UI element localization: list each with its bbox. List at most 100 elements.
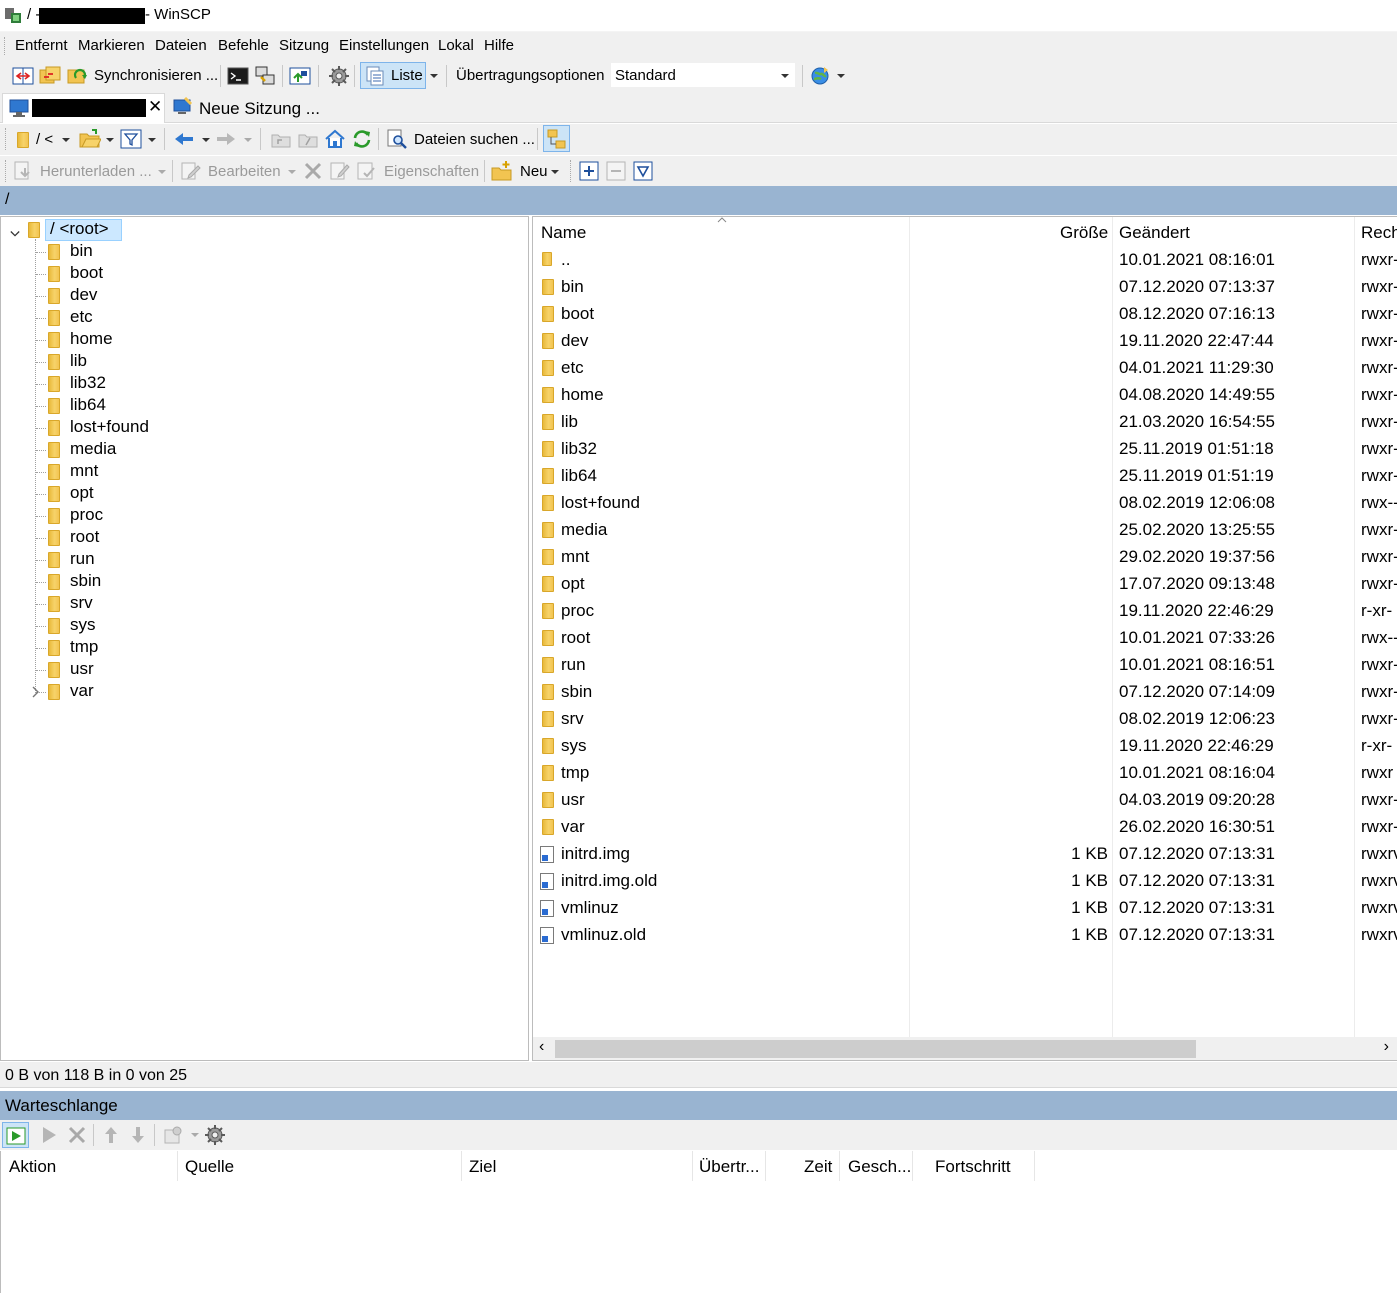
invert-selection-icon[interactable]: [632, 160, 654, 182]
file-row[interactable]: srv 08.02.2019 12:06:23 rwxr-: [533, 706, 1397, 733]
view-mode-button[interactable]: Liste: [360, 62, 426, 89]
tree-item[interactable]: lib: [1, 351, 528, 373]
tree-item[interactable]: run: [1, 549, 528, 571]
file-row[interactable]: root 10.01.2021 07:33:26 rwx--: [533, 625, 1397, 652]
file-row[interactable]: initrd.img.old 1 KB 07.12.2020 07:13:31 rwx…: [533, 868, 1397, 895]
file-row[interactable]: vmlinuz.old 1 KB 07.12.2020 07:13:31 rwxrv: [533, 922, 1397, 949]
file-row[interactable]: sbin 07.12.2020 07:14:09 rwxr-: [533, 679, 1397, 706]
queue-column-source[interactable]: Quelle: [185, 1157, 234, 1177]
edit-button[interactable]: Bearbeiten: [208, 163, 281, 180]
file-row[interactable]: sys 19.11.2020 22:46:29 r-xr-: [533, 733, 1397, 760]
edit-icon[interactable]: [180, 160, 202, 182]
queue-column-action[interactable]: Aktion: [9, 1157, 56, 1177]
synchronize-icon[interactable]: [67, 65, 89, 87]
tab-new-session[interactable]: Neue Sitzung ...: [167, 93, 327, 123]
cancel-icon[interactable]: [66, 1124, 88, 1146]
column-header-rights[interactable]: Rech: [1361, 223, 1397, 243]
menu-hilfe[interactable]: Hilfe: [484, 37, 514, 54]
toolbar-grip[interactable]: [5, 128, 6, 150]
forward-arrow-icon[interactable]: [215, 128, 237, 150]
file-row[interactable]: dev 19.11.2020 22:47:44 rwxr-: [533, 328, 1397, 355]
tree-item[interactable]: lost+found: [1, 417, 528, 439]
queue-column-speed[interactable]: Gesch...: [848, 1157, 911, 1177]
tree-item[interactable]: root: [1, 527, 528, 549]
queue-column-progress[interactable]: Fortschritt: [935, 1157, 1011, 1177]
back-arrow-icon[interactable]: [173, 128, 195, 150]
tree-item[interactable]: sbin: [1, 571, 528, 593]
file-row[interactable]: run 10.01.2021 08:16:51 rwxr-: [533, 652, 1397, 679]
winscp-app-icon[interactable]: [4, 6, 22, 24]
scrollbar-thumb[interactable]: [555, 1040, 1196, 1058]
file-row[interactable]: bin 07.12.2020 07:13:37 rwxr-: [533, 274, 1397, 301]
file-row[interactable]: lib64 25.11.2019 01:51:19 rwxr-: [533, 463, 1397, 490]
file-row[interactable]: etc 04.01.2021 11:29:30 rwxr-: [533, 355, 1397, 382]
menu-befehle[interactable]: Befehle: [218, 37, 269, 54]
tree-item[interactable]: lib32: [1, 373, 528, 395]
move-up-icon[interactable]: [100, 1124, 122, 1146]
tree-item[interactable]: usr: [1, 659, 528, 681]
chevron-right-icon[interactable]: [29, 686, 41, 698]
file-row[interactable]: home 04.08.2020 14:49:55 rwxr-: [533, 382, 1397, 409]
file-row[interactable]: var 26.02.2020 16:30:51 rwxr-: [533, 814, 1397, 841]
path-combo[interactable]: / <: [36, 131, 53, 148]
menu-entfernt[interactable]: Entfernt: [15, 37, 68, 54]
file-row[interactable]: opt 17.07.2020 09:13:48 rwxr-: [533, 571, 1397, 598]
queue-transfer-icon[interactable]: [289, 65, 311, 87]
file-row[interactable]: vmlinuz 1 KB 07.12.2020 07:13:31 rwxrv: [533, 895, 1397, 922]
toolbar-grip[interactable]: [5, 160, 6, 182]
path-dropdown-arrow[interactable]: [62, 138, 70, 142]
select-all-icon[interactable]: [578, 160, 600, 182]
file-row[interactable]: lib32 25.11.2019 01:51:18 rwxr-: [533, 436, 1397, 463]
unselect-all-icon[interactable]: [605, 160, 627, 182]
tree-item-root[interactable]: / <root>: [1, 219, 528, 241]
queue-column-target[interactable]: Ziel: [469, 1157, 496, 1177]
gear-icon[interactable]: [204, 1124, 226, 1146]
menu-einstellungen[interactable]: Einstellungen: [339, 37, 429, 54]
file-row[interactable]: lost+found 08.02.2019 12:06:08 rwx--: [533, 490, 1397, 517]
back-dropdown-arrow[interactable]: [202, 138, 210, 142]
queue-settings-icon[interactable]: [162, 1124, 184, 1146]
queue-column-transferred[interactable]: Übertr...: [699, 1157, 759, 1177]
tree-item[interactable]: opt: [1, 483, 528, 505]
file-row[interactable]: usr 04.03.2019 09:20:28 rwxr-: [533, 787, 1397, 814]
open-directory-dropdown-arrow[interactable]: [106, 138, 114, 142]
menu-grip[interactable]: [4, 37, 7, 55]
parent-directory-icon[interactable]: [270, 128, 292, 150]
rename-icon[interactable]: [329, 160, 351, 182]
menu-lokal[interactable]: Lokal: [438, 37, 474, 54]
home-icon[interactable]: [324, 128, 346, 150]
refresh-icon[interactable]: [351, 128, 373, 150]
queue-settings-dropdown-arrow[interactable]: [191, 1133, 199, 1137]
column-header-changed[interactable]: Geändert: [1119, 223, 1190, 243]
file-row[interactable]: initrd.img 1 KB 07.12.2020 07:13:31 rwxrv: [533, 841, 1397, 868]
delete-icon[interactable]: [302, 160, 324, 182]
tree-item[interactable]: bin: [1, 241, 528, 263]
gear-icon[interactable]: [328, 65, 350, 87]
synchronize-browsing-icon[interactable]: [39, 65, 61, 87]
remote-file-list[interactable]: Name Größe Geändert Rech .. 10.01.2021 08…: [532, 216, 1397, 1061]
file-row[interactable]: mnt 29.02.2020 19:37:56 rwxr-: [533, 544, 1397, 571]
edit-dropdown-arrow[interactable]: [288, 170, 296, 174]
download-dropdown-arrow[interactable]: [158, 170, 166, 174]
tree-item[interactable]: srv: [1, 593, 528, 615]
preferences-dropdown-arrow[interactable]: [837, 74, 845, 78]
download-button[interactable]: Herunterladen ...: [40, 163, 152, 180]
tree-item[interactable]: lib64: [1, 395, 528, 417]
properties-button[interactable]: Eigenschaften: [384, 163, 479, 180]
queue-list[interactable]: Aktion Quelle Ziel Übertr... Zeit Gesch.…: [0, 1151, 1397, 1293]
directory-tree[interactable]: / <root> bin boot dev etc home lib lib32 lib64 l…: [0, 216, 529, 1061]
forward-dropdown-arrow[interactable]: [244, 138, 252, 142]
menu-dateien[interactable]: Dateien: [155, 37, 207, 54]
column-header-name[interactable]: Name: [541, 223, 586, 243]
move-down-icon[interactable]: [127, 1124, 149, 1146]
file-row[interactable]: proc 19.11.2020 22:46:29 r-xr-: [533, 598, 1397, 625]
compare-directories-icon[interactable]: [12, 65, 34, 87]
new-button[interactable]: Neu: [520, 163, 548, 180]
toolbar-grip[interactable]: [570, 160, 571, 182]
tree-item[interactable]: boot: [1, 263, 528, 285]
menu-markieren[interactable]: Markieren: [78, 37, 145, 54]
tree-item[interactable]: var: [1, 681, 528, 703]
transfer-preset-select[interactable]: Standard: [610, 62, 796, 88]
queue-processing-button[interactable]: [2, 1122, 29, 1148]
file-row[interactable]: .. 10.01.2021 08:16:01 rwxr-: [533, 247, 1397, 274]
